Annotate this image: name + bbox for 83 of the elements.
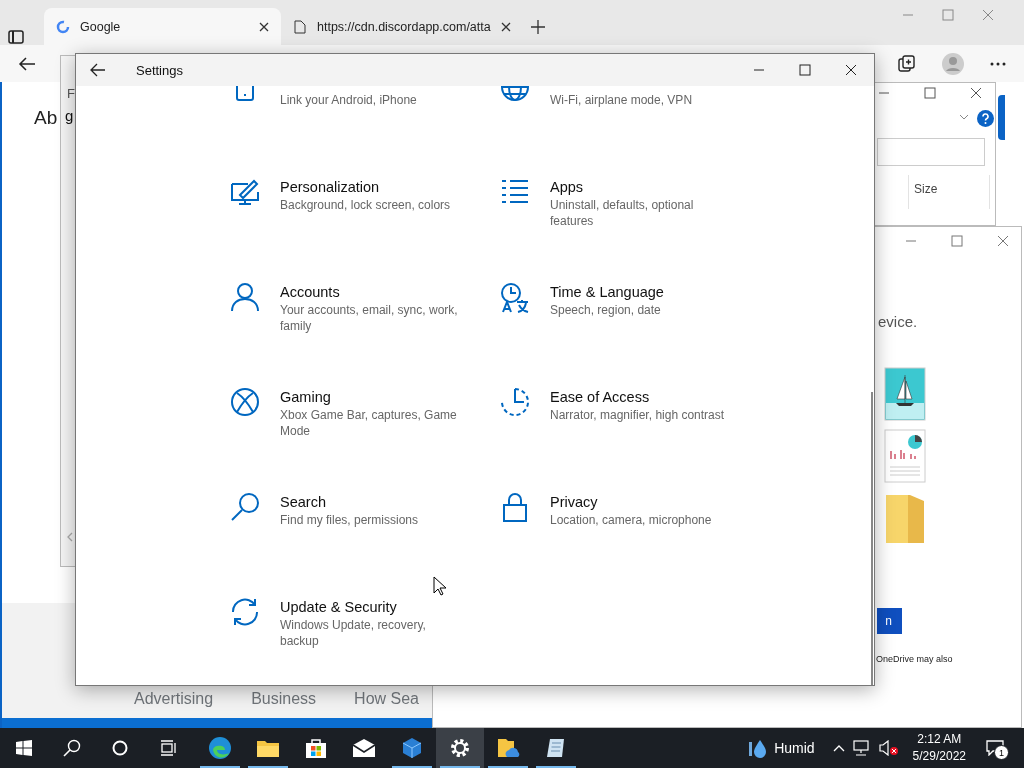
window-label: F [67,86,75,101]
category-title[interactable]: Accounts [280,282,465,302]
page-heading: Ab [34,107,58,129]
category-description: Narrator, magnifier, high contrast [550,407,726,423]
window-title: Settings [136,62,183,78]
category-description: Your accounts, email, sync, work, family [280,302,459,334]
category-description: Wi-Fi, airplane mode, VPN [550,92,694,108]
category-title[interactable]: Search [280,492,465,512]
edge-icon[interactable] [208,736,232,760]
document-icon [293,19,307,34]
ease-of-access-icon [499,386,531,418]
sailboat-image-icon [884,367,926,421]
notification-icon[interactable] [986,740,1004,756]
footer-link[interactable]: How Sea [354,690,419,708]
mouse-cursor-icon [433,576,447,596]
primary-button[interactable]: n [877,608,902,634]
category-description: Speech, region, date [550,302,662,318]
category-title[interactable]: Gaming [280,387,465,407]
folder-cloud-icon[interactable] [496,736,520,760]
footer-link[interactable]: Advertising [134,690,214,708]
close-icon[interactable] [970,87,982,99]
close-icon[interactable] [845,64,857,76]
weather-text[interactable]: Humid [774,740,815,756]
scrollbar[interactable] [871,392,873,685]
maximize-icon[interactable] [799,64,811,76]
chevron-down-icon[interactable] [959,114,969,120]
category-title[interactable]: Personalization [280,177,465,197]
column-header[interactable]: Size [908,175,990,209]
clock[interactable]: 2:12 AM 5/29/2022 [912,731,966,765]
task-view-icon[interactable] [159,740,177,756]
category-description: Find my files, permissions [280,512,420,528]
windows-logo-icon[interactable] [16,740,32,756]
category-description: Xbox Game Bar, captures, Game Mode [280,407,458,439]
category-title[interactable]: Time & Language [550,282,735,302]
close-icon[interactable] [500,21,511,32]
browser-tab[interactable]: https://cdn.discordapp.com/atta [281,8,523,45]
back-arrow-icon[interactable] [90,63,106,77]
cube-icon[interactable] [400,736,424,760]
xbox-icon [229,386,261,418]
window-text: g [65,107,74,124]
category-title[interactable]: Privacy [550,492,735,512]
category-description: Background, lock screen, colors [280,197,452,213]
avatar-icon[interactable] [942,52,964,75]
shopping-bag-icon[interactable] [304,736,328,760]
google-logo-icon [56,19,70,34]
person-icon [229,281,261,313]
category-title[interactable]: Ease of Access [550,387,735,407]
category-title[interactable]: Apps [550,177,735,197]
input-field[interactable] [877,138,985,166]
time-text: 2:12 AM [917,731,962,748]
help-icon[interactable] [977,110,994,127]
search-icon[interactable] [63,739,81,757]
refresh-icon [229,596,261,628]
category-description: Windows Update, recovery, backup [280,617,427,649]
collections-icon[interactable] [898,54,916,73]
more-icon[interactable] [990,61,1006,66]
envelope-icon[interactable] [352,736,376,760]
clock-language-icon [499,281,531,313]
instruction-text: evice. [878,313,918,330]
note-text: OneDrive may also [876,654,953,664]
new-tab-icon[interactable] [530,19,545,34]
taskbar-button[interactable] [436,728,484,768]
back-arrow-icon[interactable] [18,55,36,72]
category-description: Uninstall, defaults, optional features [550,197,695,229]
category-title[interactable]: Update & Security [280,597,465,617]
category-description: Link your Android, iPhone [280,92,418,108]
maximize-icon[interactable] [924,87,936,99]
date-text: 5/29/2022 [912,748,966,765]
category-description: Location, camera, microphone [550,512,713,528]
browser-tab[interactable]: Google [44,8,281,45]
circle-icon[interactable] [112,740,128,756]
tab-actions-icon[interactable] [8,29,24,45]
notification-count: 1 [994,745,1009,760]
network-icon[interactable] [852,740,871,756]
maximize-icon[interactable] [951,235,963,247]
gear-icon[interactable] [448,736,472,760]
water-drop-icon [748,738,767,758]
search-icon [229,491,261,523]
close-icon[interactable] [259,21,269,32]
footer-link[interactable]: Business [251,690,317,708]
chart-document-icon [884,429,926,483]
chevron-up-icon[interactable] [832,744,845,752]
muted-speaker-icon[interactable] [878,740,899,756]
